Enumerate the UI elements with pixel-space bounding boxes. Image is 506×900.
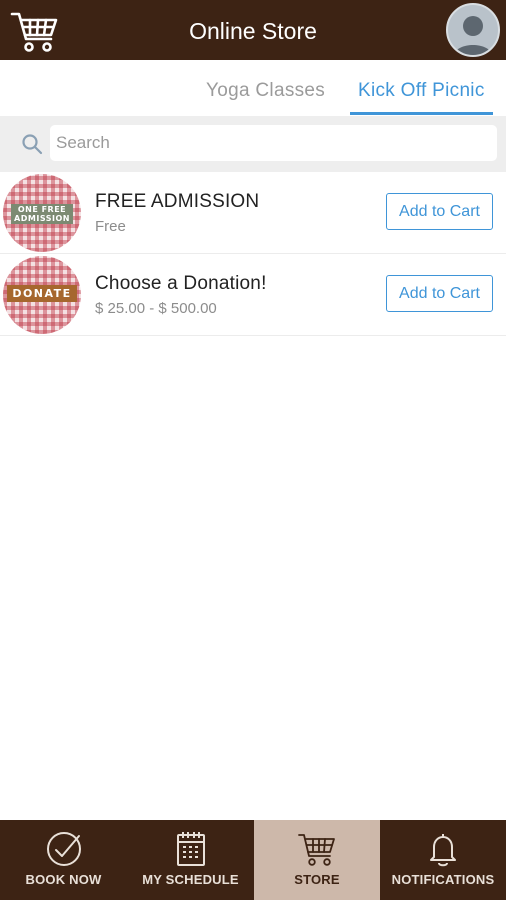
thumbnail-label: DONATE <box>7 285 77 302</box>
add-to-cart-button[interactable]: Add to Cart <box>386 193 493 230</box>
bell-icon <box>430 834 456 867</box>
search-bar <box>0 116 506 172</box>
product-thumbnail: ONE FREE ADMISSION <box>3 174 81 252</box>
product-list: ONE FREE ADMISSION FREE ADMISSION Free A… <box>0 172 506 336</box>
app-header: Online Store <box>0 0 506 60</box>
nav-my-schedule[interactable]: MY SCHEDULE <box>127 820 254 900</box>
bottom-nav: BOOK NOW MY SCHEDULE STORE NOTIFICATIONS <box>0 820 506 900</box>
product-name: FREE ADMISSION <box>95 191 260 212</box>
page-title: Online Store <box>189 18 317 44</box>
user-avatar[interactable] <box>446 3 500 57</box>
list-item: ONE FREE ADMISSION FREE ADMISSION Free A… <box>0 172 506 254</box>
product-price: Free <box>95 218 126 235</box>
nav-label: BOOK NOW <box>25 872 102 887</box>
tab-yoga-classes[interactable]: Yoga Classes <box>206 80 325 102</box>
shopping-cart-icon <box>298 834 335 866</box>
search-input[interactable] <box>50 125 497 161</box>
nav-label: NOTIFICATIONS <box>391 872 495 887</box>
calendar-icon <box>176 832 205 866</box>
product-price: $ 25.00 - $ 500.00 <box>95 300 217 317</box>
add-to-cart-button[interactable]: Add to Cart <box>386 275 493 312</box>
product-name: Choose a Donation! <box>95 273 267 294</box>
tab-kick-off-picnic[interactable]: Kick Off Picnic <box>358 80 485 102</box>
nav-label: MY SCHEDULE <box>142 872 239 887</box>
search-icon <box>22 134 43 155</box>
nav-store[interactable]: STORE <box>254 820 380 900</box>
nav-label: STORE <box>294 872 340 887</box>
nav-book-now[interactable]: BOOK NOW <box>0 820 127 900</box>
list-item: DONATE Choose a Donation! $ 25.00 - $ 50… <box>0 254 506 336</box>
nav-notifications[interactable]: NOTIFICATIONS <box>380 820 506 900</box>
category-tabs: Yoga Classes Kick Off Picnic <box>0 60 506 116</box>
thumbnail-label: ONE FREE ADMISSION <box>11 204 73 224</box>
checkmark-circle-icon <box>46 832 81 866</box>
product-thumbnail: DONATE <box>3 256 81 334</box>
active-tab-indicator <box>350 112 493 115</box>
